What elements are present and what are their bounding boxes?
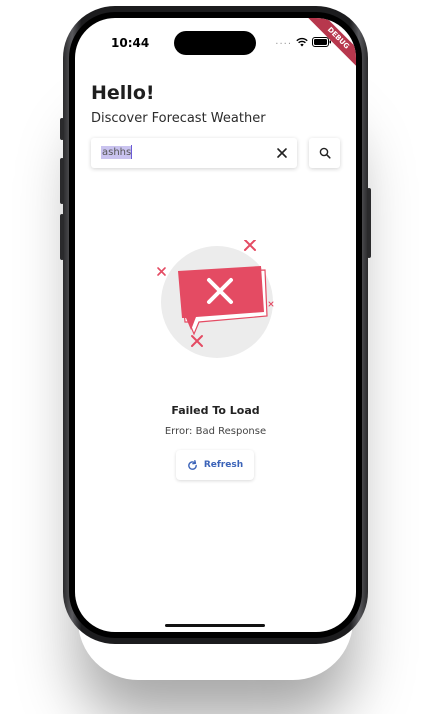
cross-mark-icon [244, 240, 256, 251]
status-icons: .... [275, 36, 332, 48]
clear-icon[interactable] [275, 146, 289, 160]
cross-mark-icon [157, 267, 166, 276]
wifi-icon [296, 37, 308, 47]
error-illustration [157, 240, 274, 358]
volume-down-button [60, 214, 64, 260]
refresh-icon [188, 459, 197, 470]
refresh-button[interactable]: Refresh [176, 450, 254, 480]
phone-frame: 10:44 .... DEBUG Hello! Discover Forecas… [60, 6, 371, 644]
error-title: Failed To Load [171, 404, 260, 417]
search-button[interactable] [309, 138, 340, 168]
status-time: 10:44 [111, 36, 150, 50]
search-input-value: ashhs [101, 146, 133, 159]
home-indicator [165, 624, 265, 627]
text-caret [131, 145, 132, 159]
error-message: Error: Bad Response [164, 426, 267, 437]
power-button [367, 188, 371, 258]
action-button [60, 118, 64, 140]
volume-up-button [60, 158, 64, 204]
app-screen: 10:44 .... DEBUG Hello! Discover Forecas… [75, 18, 356, 632]
refresh-label: Refresh [203, 460, 244, 470]
dynamic-island [174, 31, 256, 55]
search-icon [319, 147, 331, 159]
status-bar: 10:44 .... DEBUG [75, 18, 356, 72]
cellular-signal-icon: .... [275, 36, 292, 47]
search-input[interactable]: ashhs [91, 138, 297, 168]
subtitle: Discover Forecast Weather [91, 111, 266, 126]
greeting-title: Hello! [91, 82, 155, 104]
